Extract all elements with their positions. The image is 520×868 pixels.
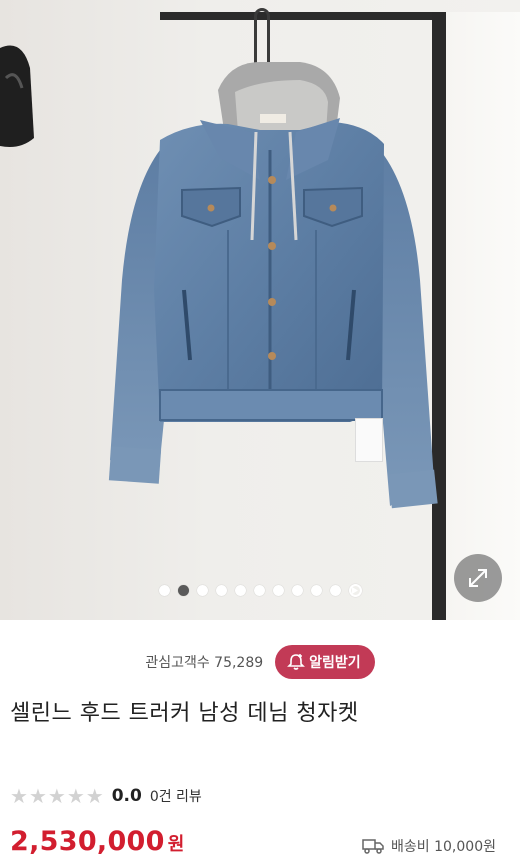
carousel-dot-active[interactable] bbox=[177, 584, 189, 596]
star-icon: ★ bbox=[47, 784, 66, 808]
alert-button[interactable]: 알림받기 bbox=[275, 645, 375, 679]
rating-score: 0.0 bbox=[111, 786, 142, 806]
product-info: 관심고객수 75,289 알림받기 셀린느 후드 트러커 남성 데님 청자켓 ★… bbox=[0, 620, 520, 868]
expand-image-button[interactable] bbox=[454, 554, 502, 602]
carousel-dot[interactable] bbox=[215, 584, 227, 596]
star-icon: ★ bbox=[66, 784, 85, 808]
bell-plus-icon bbox=[287, 654, 306, 670]
price-row: 2,530,000 원 bbox=[10, 826, 184, 857]
shipping-label: 배송비 10,000원 bbox=[391, 839, 496, 855]
carousel-dot[interactable] bbox=[329, 584, 341, 596]
alert-button-label: 알림받기 bbox=[309, 655, 361, 671]
rating-stars: ★ ★ ★ ★ ★ bbox=[10, 786, 104, 806]
product-image[interactable] bbox=[0, 0, 520, 620]
carousel-dot[interactable] bbox=[234, 584, 246, 596]
product-price: 2,530,000 bbox=[10, 826, 165, 857]
interest-count: 관심고객수 75,289 bbox=[145, 655, 264, 671]
carousel-dot[interactable] bbox=[158, 584, 170, 596]
hanging-item bbox=[0, 45, 34, 147]
star-icon: ★ bbox=[28, 784, 47, 808]
clothing-rail bbox=[160, 12, 446, 20]
interest-row: 관심고객수 75,289 알림받기 bbox=[0, 644, 520, 680]
carousel-dot[interactable] bbox=[253, 584, 265, 596]
wall-edge bbox=[446, 12, 520, 620]
star-icon: ★ bbox=[10, 784, 28, 808]
play-icon[interactable] bbox=[348, 583, 362, 597]
price-currency: 원 bbox=[167, 834, 185, 855]
expand-icon bbox=[469, 569, 487, 587]
carousel-dot[interactable] bbox=[310, 584, 322, 596]
price-tag bbox=[355, 418, 383, 462]
carousel-dot[interactable] bbox=[291, 584, 303, 596]
carousel-dot[interactable] bbox=[272, 584, 284, 596]
carousel-dot[interactable] bbox=[196, 584, 208, 596]
denim-jacket-photo bbox=[108, 62, 438, 509]
product-title: 셀린느 후드 트러커 남성 데님 청자켓 bbox=[10, 701, 359, 726]
carousel-indicator[interactable] bbox=[0, 582, 520, 598]
shipping-fee: 배송비 10,000원 bbox=[362, 836, 496, 856]
review-count[interactable]: 0건 리뷰 bbox=[150, 786, 202, 806]
rating-row[interactable]: ★ ★ ★ ★ ★ 0.0 0건 리뷰 bbox=[10, 786, 202, 806]
truck-icon bbox=[362, 839, 384, 854]
star-icon: ★ bbox=[85, 784, 104, 808]
